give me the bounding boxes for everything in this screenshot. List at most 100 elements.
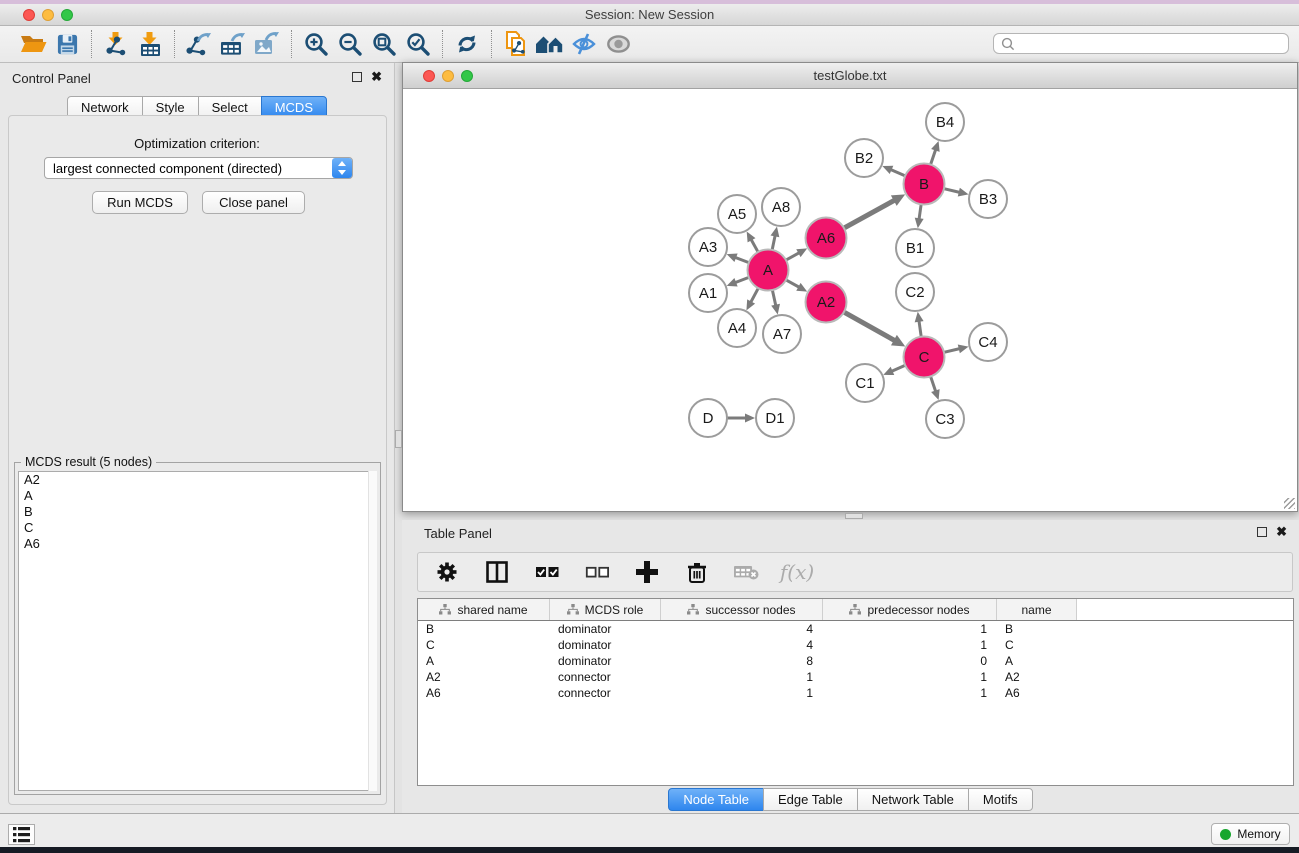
graph-edge-A-A3[interactable] xyxy=(734,257,750,263)
graph-node-D1[interactable]: D1 xyxy=(756,399,794,437)
network-canvas[interactable]: B4B2BB3A8A5A6A3B1AA1C2A2A4A7C4CC1C3DD1 xyxy=(403,89,1297,511)
graph-edge-C-C1[interactable] xyxy=(891,365,907,372)
graph-edge-A2-C[interactable] xyxy=(843,312,896,342)
graph-node-A3[interactable]: A3 xyxy=(689,228,727,266)
close-panel-icon[interactable]: ✖ xyxy=(371,72,382,82)
table-cell[interactable]: dominator xyxy=(550,637,661,653)
column-header-shared-name[interactable]: shared name xyxy=(418,599,550,620)
first-neighbors-button[interactable] xyxy=(533,29,567,59)
graph-edge-A-A6[interactable] xyxy=(785,252,800,260)
graph-node-C[interactable]: C xyxy=(904,337,945,378)
result-scrollbar[interactable] xyxy=(368,471,377,791)
zoom-in-button[interactable] xyxy=(299,29,333,59)
import-table-button[interactable] xyxy=(133,29,167,59)
criterion-dropdown[interactable]: largest connected component (directed) xyxy=(44,157,353,179)
table-cell[interactable]: 4 xyxy=(661,637,823,653)
memory-button[interactable]: Memory xyxy=(1211,823,1290,845)
mcds-result-item[interactable]: C xyxy=(19,520,376,536)
preview-mode-button[interactable] xyxy=(601,29,635,59)
zoom-fit-button[interactable] xyxy=(367,29,401,59)
mcds-result-item[interactable]: B xyxy=(19,504,376,520)
table-cell[interactable]: 1 xyxy=(823,621,997,637)
graph-node-A1[interactable]: A1 xyxy=(689,274,727,312)
graph-edge-A-A5[interactable] xyxy=(751,238,759,252)
select-all-columns-button[interactable] xyxy=(534,557,560,587)
graph-node-B2[interactable]: B2 xyxy=(845,139,883,177)
column-header-MCDS-role[interactable]: MCDS role xyxy=(550,599,661,620)
graph-edge-B-B3[interactable] xyxy=(943,188,961,192)
open-session-button[interactable] xyxy=(16,29,50,59)
table-cell[interactable]: 1 xyxy=(823,637,997,653)
network-close-button[interactable] xyxy=(423,70,435,82)
table-cell[interactable]: C xyxy=(997,637,1077,653)
graph-edge-C-C3[interactable] xyxy=(930,375,936,392)
graph-edge-A-A2[interactable] xyxy=(785,279,800,287)
graph-edge-A-A8[interactable] xyxy=(772,234,775,250)
graph-node-A4[interactable]: A4 xyxy=(718,309,756,347)
search-input[interactable] xyxy=(1019,35,1288,52)
table-cell[interactable]: C xyxy=(418,637,550,653)
graph-node-A[interactable]: A xyxy=(748,250,789,291)
table-cell[interactable]: A xyxy=(997,653,1077,669)
graph-node-A8[interactable]: A8 xyxy=(762,188,800,226)
table-cell[interactable]: B xyxy=(997,621,1077,637)
graph-node-C2[interactable]: C2 xyxy=(896,273,934,311)
save-session-button[interactable] xyxy=(50,29,84,59)
column-header-name[interactable]: name xyxy=(997,599,1077,620)
table-row[interactable]: Adominator80A xyxy=(418,653,1293,669)
table-cell[interactable]: A6 xyxy=(418,685,550,701)
graph-edge-B-B1[interactable] xyxy=(919,203,921,220)
delete-row-button[interactable] xyxy=(684,557,710,587)
mcds-result-item[interactable]: A6 xyxy=(19,536,376,552)
export-table-button[interactable] xyxy=(216,29,250,59)
export-image-button[interactable] xyxy=(250,29,284,59)
deselect-all-columns-button[interactable] xyxy=(584,557,610,587)
table-cell[interactable]: 1 xyxy=(661,685,823,701)
import-network-button[interactable] xyxy=(99,29,133,59)
table-cell[interactable]: dominator xyxy=(550,653,661,669)
close-panel-button[interactable]: Close panel xyxy=(202,191,305,214)
graph-node-A6[interactable]: A6 xyxy=(806,218,847,259)
graph-node-B4[interactable]: B4 xyxy=(926,103,964,141)
float-panel-icon[interactable] xyxy=(352,72,362,82)
graph-node-A5[interactable]: A5 xyxy=(718,195,756,233)
table-cell[interactable]: connector xyxy=(550,685,661,701)
mcds-result-item[interactable]: A2 xyxy=(19,472,376,488)
graph-node-A7[interactable]: A7 xyxy=(763,315,801,353)
table-cell[interactable]: A2 xyxy=(418,669,550,685)
zoom-selected-button[interactable] xyxy=(401,29,435,59)
graph-node-D[interactable]: D xyxy=(689,399,727,437)
tab-node-table[interactable]: Node Table xyxy=(668,788,764,811)
zoom-out-button[interactable] xyxy=(333,29,367,59)
search-box[interactable] xyxy=(993,33,1289,54)
close-table-panel-icon[interactable]: ✖ xyxy=(1276,527,1287,537)
table-row[interactable]: A6connector11A6 xyxy=(418,685,1293,701)
table-cell[interactable]: 1 xyxy=(823,685,997,701)
table-cell[interactable]: A6 xyxy=(997,685,1077,701)
table-row[interactable]: Cdominator41C xyxy=(418,637,1293,653)
graph-edge-A-A7[interactable] xyxy=(772,289,776,307)
network-minimize-button[interactable] xyxy=(442,70,454,82)
refresh-layout-button[interactable] xyxy=(450,29,484,59)
table-cell[interactable]: 4 xyxy=(661,621,823,637)
show-hide-panels-button[interactable] xyxy=(567,29,601,59)
resize-grip-icon[interactable] xyxy=(1284,498,1295,509)
graph-edge-B-B4[interactable] xyxy=(930,149,936,166)
table-cell[interactable]: dominator xyxy=(550,621,661,637)
table-cell[interactable]: 8 xyxy=(661,653,823,669)
graph-node-B1[interactable]: B1 xyxy=(896,229,934,267)
copy-network-button[interactable] xyxy=(499,29,533,59)
table-cell[interactable]: A xyxy=(418,653,550,669)
table-cell[interactable]: 0 xyxy=(823,653,997,669)
table-settings-button[interactable] xyxy=(434,557,460,587)
graph-node-B[interactable]: B xyxy=(904,164,945,205)
graph-edge-C-C2[interactable] xyxy=(919,320,921,338)
export-network-button[interactable] xyxy=(182,29,216,59)
task-history-button[interactable] xyxy=(8,824,35,845)
run-mcds-button[interactable]: Run MCDS xyxy=(92,191,188,214)
table-row[interactable]: Bdominator41B xyxy=(418,621,1293,637)
table-cell[interactable]: B xyxy=(418,621,550,637)
tab-edge-table[interactable]: Edge Table xyxy=(763,788,858,811)
table-row[interactable]: A2connector11A2 xyxy=(418,669,1293,685)
add-row-button[interactable] xyxy=(634,557,660,587)
